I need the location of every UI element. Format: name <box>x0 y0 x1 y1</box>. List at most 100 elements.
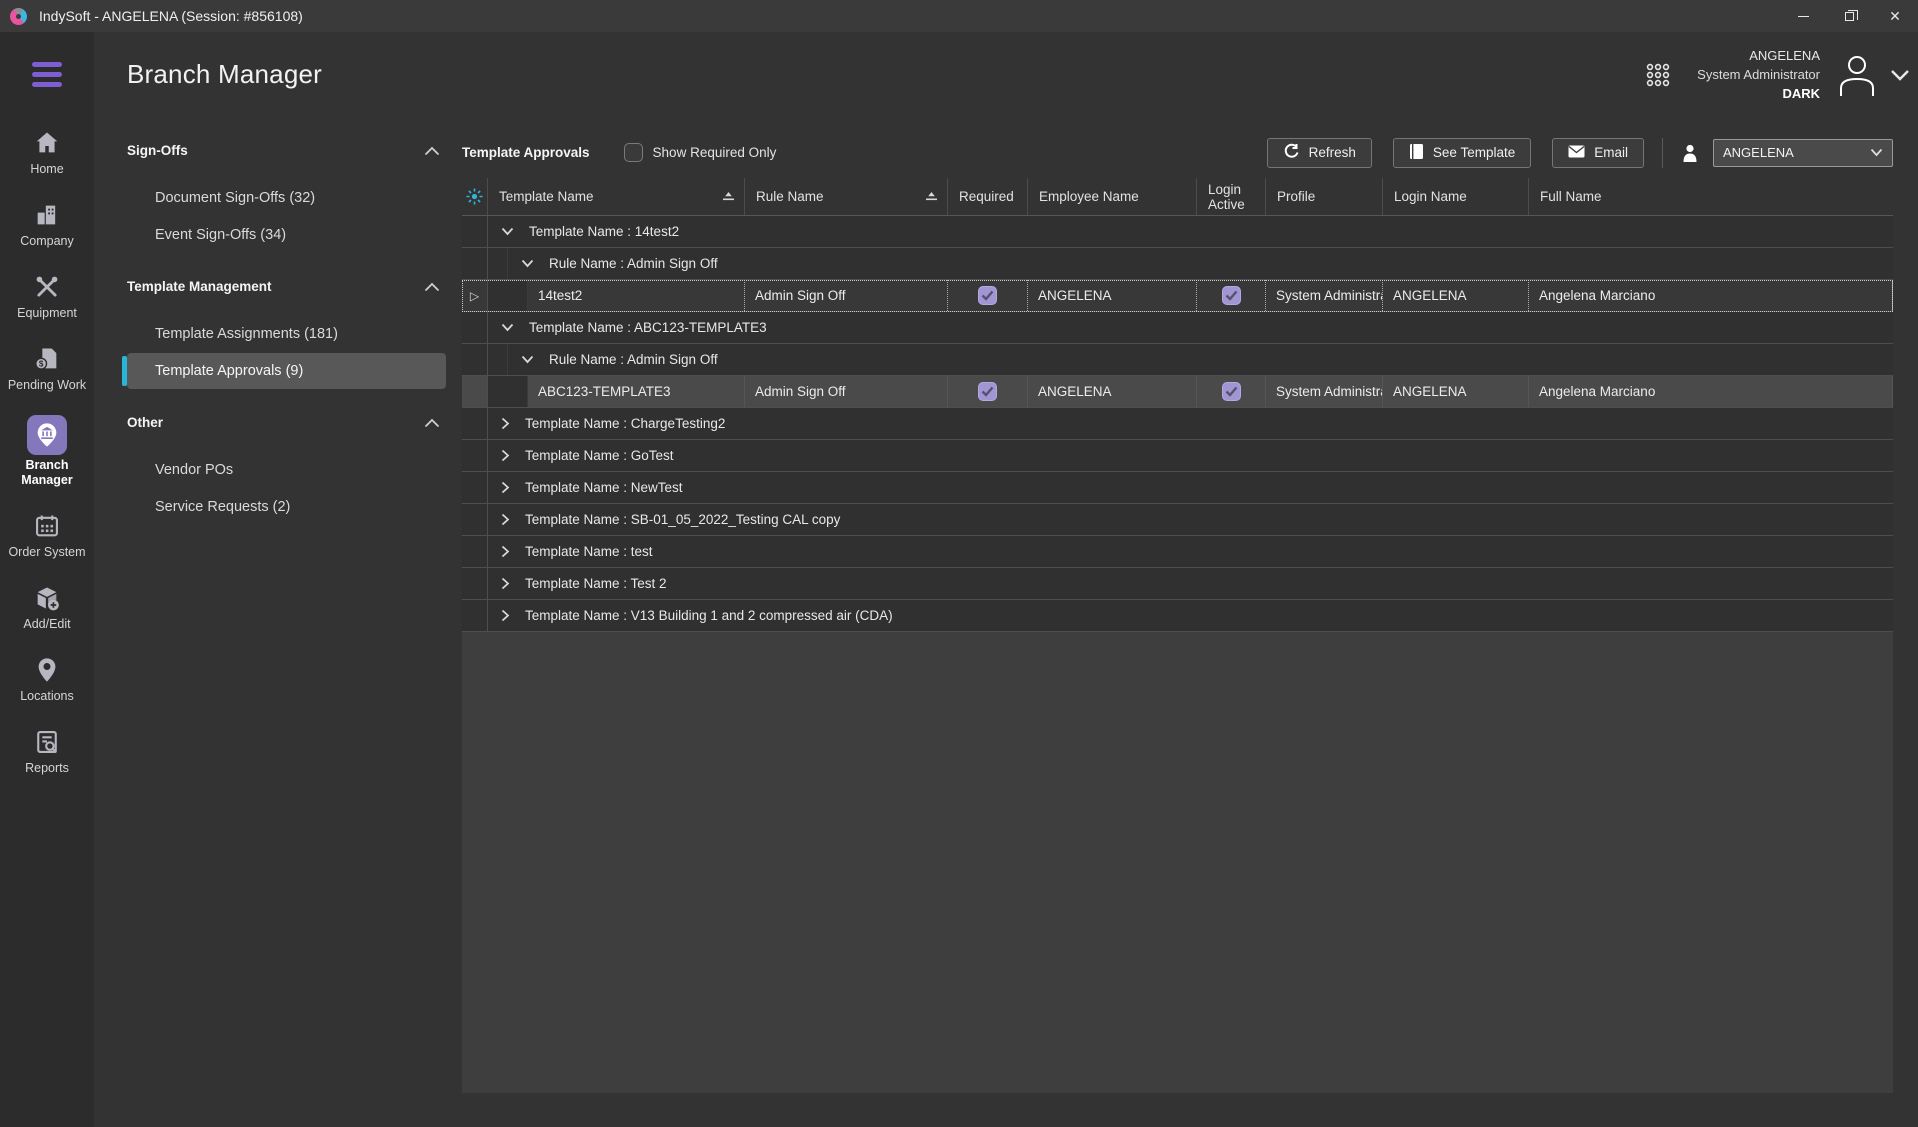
group-row-content[interactable]: Template Name : ABC123-TEMPLATE3 <box>488 312 1893 343</box>
column-header-rule[interactable]: Rule Name <box>745 178 948 215</box>
cell-required[interactable] <box>948 376 1028 407</box>
group-row-content[interactable]: Template Name : ChargeTesting2 <box>488 408 1893 439</box>
column-header-employee[interactable]: Employee Name <box>1028 178 1197 215</box>
panel-section-title: Sign-Offs <box>127 143 188 158</box>
sidebar-item-label: Reports <box>25 761 69 776</box>
sidebar-item-add-edit[interactable]: Add/Edit <box>0 582 94 632</box>
chevron-down-icon[interactable] <box>501 227 514 236</box>
chevron-right-icon[interactable] <box>501 513 510 526</box>
chevron-right-icon[interactable] <box>501 577 510 590</box>
sidebar-item-company[interactable]: Company <box>0 199 94 249</box>
panel-item-label: Event Sign-Offs (34) <box>155 227 286 243</box>
theme-label: DARK <box>1782 84 1820 104</box>
branch-manager-panel: Sign-Offs Document Sign-Offs (32) Event Si… <box>94 117 458 1127</box>
menu-hamburger-icon[interactable] <box>32 62 62 87</box>
svg-text:$: $ <box>39 360 44 369</box>
chevron-right-icon[interactable] <box>501 417 510 430</box>
panel-item[interactable]: Template Approvals (9) <box>127 353 446 389</box>
sidebar-item-branch-manager[interactable]: Branch Manager <box>0 415 94 488</box>
group-row-content[interactable]: Template Name : 14test2 <box>488 216 1893 247</box>
chevron-down-icon[interactable] <box>501 323 514 332</box>
collapse-chevron-up-icon[interactable] <box>424 418 446 428</box>
sidebar-item-order-system[interactable]: Order System <box>0 510 94 560</box>
subgroup-row-content[interactable]: Rule Name : Admin Sign Off <box>508 248 1893 279</box>
panel-item-label: Template Approvals (9) <box>155 363 303 379</box>
chevron-right-icon[interactable] <box>501 609 510 622</box>
group-row-content[interactable]: Template Name : test <box>488 536 1893 567</box>
column-header-template[interactable]: Template Name <box>488 178 745 215</box>
panel-item[interactable]: Template Assignments (181) <box>127 316 446 352</box>
chevron-right-icon[interactable] <box>501 481 510 494</box>
email-button[interactable]: Email <box>1552 138 1644 168</box>
user-menu-chevron-down-icon[interactable] <box>1890 68 1910 82</box>
panel-section-header: Template Management <box>127 279 446 294</box>
minimize-button[interactable] <box>1780 0 1826 32</box>
panel-item[interactable]: Service Requests (2) <box>127 489 446 525</box>
cell-value: ANGELENA <box>1393 384 1467 399</box>
close-button[interactable]: ✕ <box>1872 0 1918 32</box>
chevron-right-icon[interactable] <box>501 449 510 462</box>
required-checkbox-checked[interactable] <box>978 382 997 401</box>
cell-required[interactable] <box>948 280 1028 311</box>
login_active-checkbox-checked[interactable] <box>1222 286 1241 305</box>
chevron-right-icon[interactable] <box>501 545 510 558</box>
group-row-content[interactable]: Template Name : GoTest <box>488 440 1893 471</box>
cell-full: Angelena Marciano <box>1529 376 1893 407</box>
panel-item[interactable]: Event Sign-Offs (34) <box>127 217 446 253</box>
see-template-button[interactable]: See Template <box>1393 138 1531 168</box>
collapse-chevron-up-icon[interactable] <box>424 146 446 156</box>
grid-group-row[interactable]: Template Name : Test 2 <box>462 568 1893 600</box>
sidebar-item-equipment[interactable]: Equipment <box>0 271 94 321</box>
column-header-login_active[interactable]: Login Active <box>1197 178 1266 215</box>
grid-group-row[interactable]: Template Name : GoTest <box>462 440 1893 472</box>
required-checkbox-checked[interactable] <box>978 286 997 305</box>
approver-user-select[interactable]: ANGELENA <box>1713 139 1893 167</box>
group-row-content[interactable]: Template Name : NewTest <box>488 472 1893 503</box>
chevron-down-icon[interactable] <box>521 355 534 364</box>
home-icon <box>31 127 63 159</box>
grid-group-row[interactable]: Template Name : NewTest <box>462 472 1893 504</box>
refresh-button[interactable]: Refresh <box>1267 138 1372 168</box>
grid-options-sun-icon[interactable] <box>465 187 484 206</box>
column-header-profile[interactable]: Profile <box>1266 178 1383 215</box>
chevron-down-icon[interactable] <box>521 259 534 268</box>
cell-full: Angelena Marciano <box>1529 280 1893 311</box>
panel-item[interactable]: Vendor POs <box>127 452 446 488</box>
group-indent <box>488 248 508 279</box>
column-header-login[interactable]: Login Name <box>1383 178 1529 215</box>
column-header-required[interactable]: Required <box>948 178 1028 215</box>
avatar-icon[interactable] <box>1834 52 1880 98</box>
grid-group-row[interactable]: Template Name : test <box>462 536 1893 568</box>
cell-login_active[interactable] <box>1197 376 1266 407</box>
row-indicator-cell <box>462 376 488 407</box>
grid-group-row[interactable]: Template Name : ABC123-TEMPLATE3 <box>462 312 1893 344</box>
collapse-chevron-up-icon[interactable] <box>424 282 446 292</box>
show-required-only-checkbox[interactable] <box>624 143 643 162</box>
sidebar-item-pending-work[interactable]: $Pending Work <box>0 343 94 393</box>
equipment-icon <box>31 271 63 303</box>
panel-item[interactable]: Document Sign-Offs (32) <box>127 180 446 216</box>
sidebar-item-reports[interactable]: Reports <box>0 726 94 776</box>
grid-group-row[interactable]: Template Name : V13 Building 1 and 2 com… <box>462 600 1893 632</box>
restore-button[interactable] <box>1826 0 1872 32</box>
panel-item-label: Service Requests (2) <box>155 499 290 515</box>
show-required-only-toggle[interactable]: Show Required Only <box>624 143 777 162</box>
panel-section-header: Other <box>127 415 446 430</box>
group-row-content[interactable]: Template Name : V13 Building 1 and 2 com… <box>488 600 1893 631</box>
grid-group-row[interactable]: Template Name : 14test2 <box>462 216 1893 248</box>
apps-grid-icon[interactable] <box>1645 62 1671 88</box>
grid-subgroup-row[interactable]: Rule Name : Admin Sign Off <box>462 344 1893 376</box>
grid-subgroup-row[interactable]: Rule Name : Admin Sign Off <box>462 248 1893 280</box>
group-row-content[interactable]: Template Name : Test 2 <box>488 568 1893 599</box>
cell-login_active[interactable] <box>1197 280 1266 311</box>
toolbar-buttons: Refresh See Template Email <box>1267 138 1893 168</box>
group-row-content[interactable]: Template Name : SB-01_05_2022_Testing CA… <box>488 504 1893 535</box>
grid-group-row[interactable]: Template Name : ChargeTesting2 <box>462 408 1893 440</box>
sidebar-item-home[interactable]: Home <box>0 127 94 177</box>
subgroup-row-content[interactable]: Rule Name : Admin Sign Off <box>508 344 1893 375</box>
sidebar-item-locations[interactable]: Locations <box>0 654 94 704</box>
grid-group-row[interactable]: Template Name : SB-01_05_2022_Testing CA… <box>462 504 1893 536</box>
document-icon <box>1409 143 1424 163</box>
login_active-checkbox-checked[interactable] <box>1222 382 1241 401</box>
column-header-full[interactable]: Full Name <box>1529 178 1893 215</box>
